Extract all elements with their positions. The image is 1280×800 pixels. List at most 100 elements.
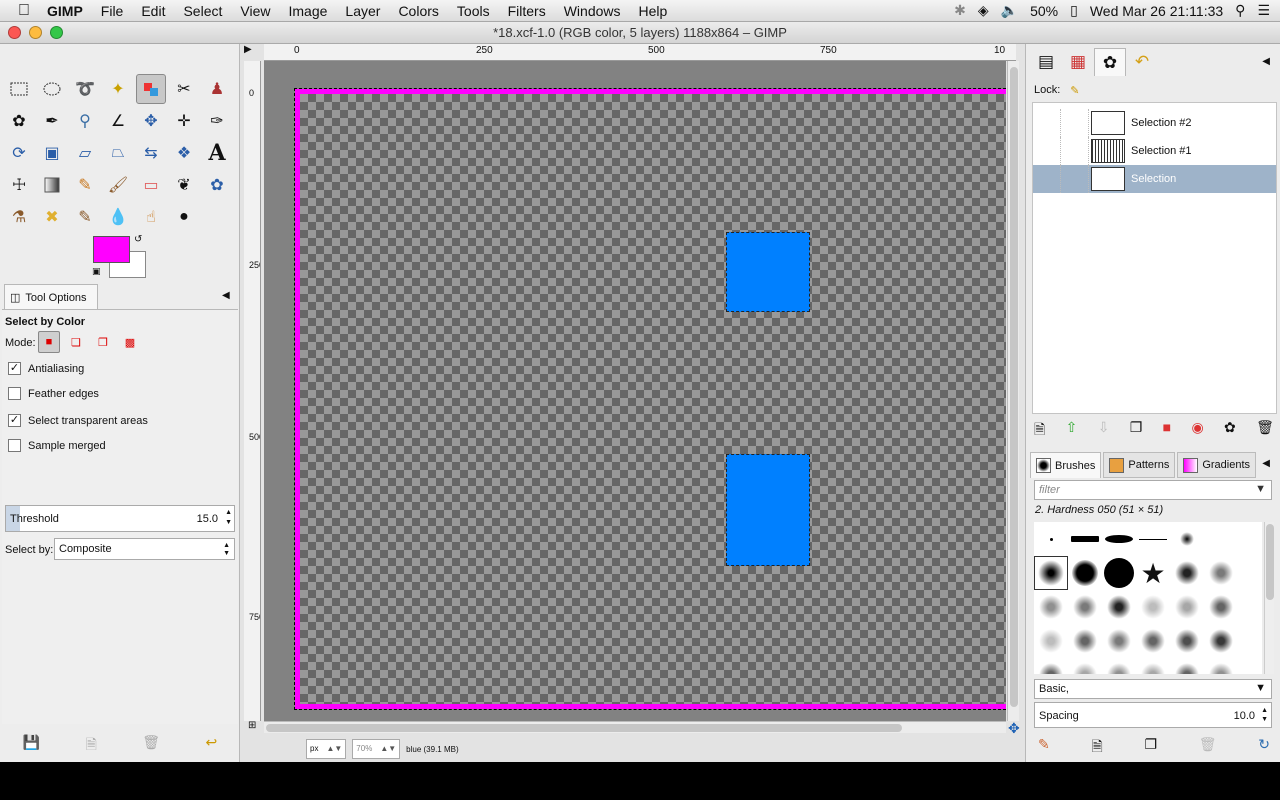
brush-item[interactable] [1136, 590, 1170, 624]
spacing-stepper-icon[interactable]: ▲ ▼ [1261, 706, 1268, 724]
brush-item[interactable] [1170, 624, 1204, 658]
foreground-color-swatch[interactable] [93, 236, 130, 263]
text-icon[interactable]: A [202, 138, 232, 168]
brush-item[interactable] [1068, 658, 1102, 674]
menu-edit[interactable]: Edit [132, 0, 174, 22]
vertical-ruler[interactable]: 0 250 500 750 [244, 61, 261, 721]
tab-paths[interactable]: ✿ [1094, 48, 1126, 76]
filter-dropdown-icon[interactable]: ▼ [1255, 483, 1266, 495]
select-by-color-icon[interactable] [136, 74, 166, 104]
perspective-icon[interactable]: ⏢ [103, 138, 133, 168]
new-path-icon[interactable]: 🗎 [1034, 419, 1045, 443]
zoom-corner-icon[interactable]: ⊞ [248, 720, 256, 731]
align-icon[interactable]: ✛ [169, 106, 199, 136]
clock[interactable]: Wed Mar 26 21:11:33 [1090, 3, 1223, 19]
free-select-icon[interactable]: ➰ [70, 74, 100, 104]
dodge-burn-icon[interactable]: ● [169, 202, 199, 232]
spacing-spinner[interactable]: Spacing 10.0 ▲ ▼ [1034, 702, 1272, 728]
tab-gradients[interactable]: Gradients [1177, 452, 1257, 478]
scissors-icon[interactable]: ✂ [169, 74, 199, 104]
list-item[interactable]: Selection #2 [1033, 109, 1276, 137]
brush-item[interactable] [1204, 556, 1238, 590]
antialiasing-checkbox[interactable]: ✓ [8, 362, 21, 375]
mode-replace-button[interactable]: ■ [38, 331, 60, 353]
menu-help[interactable]: Help [630, 0, 677, 22]
menu-file[interactable]: File [92, 0, 133, 22]
crop-icon[interactable]: ✑ [202, 106, 232, 136]
bucket-fill-icon[interactable]: ☩ [4, 170, 34, 200]
tab-tool-options[interactable]: ◫ Tool Options [4, 284, 98, 310]
menu-app[interactable]: GIMP [38, 0, 92, 22]
restore-options-icon[interactable]: 🗎 [86, 734, 97, 758]
horizontal-scrollbar[interactable] [264, 721, 1006, 733]
visibility-toggle[interactable] [1033, 137, 1061, 165]
tool-options-menu-icon[interactable]: ◀ [222, 290, 230, 301]
preset-dropdown-icon[interactable]: ▼ [1255, 682, 1266, 694]
selection-to-path-icon[interactable]: ◉ [1191, 419, 1203, 443]
lock-stroke-icon[interactable]: ✎ [1070, 84, 1079, 97]
brushes-menu-icon[interactable]: ◀ [1262, 458, 1270, 469]
dock-menu-icon[interactable]: ◀ [1262, 56, 1270, 67]
chain-toggle[interactable] [1061, 137, 1089, 165]
reset-options-icon[interactable]: ↩ [206, 734, 218, 758]
menu-colors[interactable]: Colors [389, 0, 447, 22]
brush-item[interactable] [1204, 522, 1238, 556]
list-item[interactable]: Selection #1 [1033, 137, 1276, 165]
clone-icon[interactable]: ⚗ [4, 202, 34, 232]
brush-item[interactable] [1102, 590, 1136, 624]
brush-item[interactable] [1102, 556, 1136, 590]
foreground-select-icon[interactable]: ♟ [202, 74, 232, 104]
stroke-path-icon[interactable]: ✿ [1224, 419, 1236, 443]
save-options-icon[interactable]: 💾 [23, 734, 40, 758]
blend-icon[interactable] [37, 170, 67, 200]
horizontal-scroll-thumb[interactable] [266, 724, 902, 732]
brush-item[interactable] [1102, 522, 1136, 556]
image-layer[interactable] [294, 88, 1006, 710]
color-picker-icon[interactable]: ✒ [37, 106, 67, 136]
threshold-stepper-icon[interactable]: ▲ ▼ [225, 508, 232, 528]
brush-item[interactable] [1034, 624, 1068, 658]
apple-menu-icon[interactable]:  [18, 0, 38, 22]
spotlight-icon[interactable]: ⚲ [1235, 2, 1245, 19]
brush-item[interactable] [1136, 624, 1170, 658]
brush-item[interactable] [1170, 556, 1204, 590]
delete-options-icon[interactable]: 🗑 [142, 734, 160, 758]
fuzzy-select-icon[interactable]: ✦ [103, 74, 133, 104]
mode-subtract-button[interactable]: ❐ [92, 331, 114, 353]
paintbrush-icon[interactable]: 🖌 [103, 170, 133, 200]
lower-path-icon[interactable]: ⇩ [1098, 419, 1110, 443]
move-icon[interactable]: ✥ [136, 106, 166, 136]
eraser-icon[interactable]: ▭ [136, 170, 166, 200]
brush-item[interactable] [1170, 590, 1204, 624]
menu-select[interactable]: Select [174, 0, 231, 22]
delete-path-icon[interactable]: 🗑 [1256, 419, 1274, 443]
brush-item[interactable]: ★ [1136, 556, 1170, 590]
navigate-icon[interactable]: ✥ [1008, 720, 1020, 737]
brush-preset-combo[interactable]: Basic, ▼ [1034, 679, 1272, 699]
visibility-toggle[interactable] [1033, 165, 1061, 193]
brush-item[interactable] [1034, 522, 1068, 556]
blue-selection-bottom[interactable] [726, 454, 810, 566]
brush-item[interactable] [1136, 658, 1170, 674]
visibility-toggle[interactable] [1033, 109, 1061, 137]
duplicate-brush-icon[interactable]: ❐ [1144, 736, 1157, 760]
scale-icon[interactable]: ▣ [37, 138, 67, 168]
brush-item[interactable] [1034, 658, 1068, 674]
flip-icon[interactable]: ⇆ [136, 138, 166, 168]
brush-grid-scrollbar[interactable] [1264, 522, 1274, 674]
brush-item[interactable] [1170, 522, 1204, 556]
paths-icon[interactable]: ✿ [4, 106, 34, 136]
brush-item[interactable] [1102, 624, 1136, 658]
smudge-icon[interactable]: ☝ [136, 202, 166, 232]
reset-colors-icon[interactable]: ▣ [92, 266, 104, 278]
menu-image[interactable]: Image [279, 0, 336, 22]
cage-icon[interactable]: ❖ [169, 138, 199, 168]
tab-layers[interactable]: ▦ [1062, 48, 1094, 76]
brush-item[interactable] [1204, 658, 1238, 674]
raise-path-icon[interactable]: ⇧ [1066, 419, 1078, 443]
menu-filters[interactable]: Filters [499, 0, 555, 22]
list-item[interactable]: Selection [1033, 165, 1276, 193]
unit-combo[interactable]: px ▲▼ [306, 739, 347, 759]
vertical-scroll-thumb[interactable] [1010, 67, 1018, 707]
menu-arrow-icon[interactable]: ▶ [244, 44, 252, 55]
